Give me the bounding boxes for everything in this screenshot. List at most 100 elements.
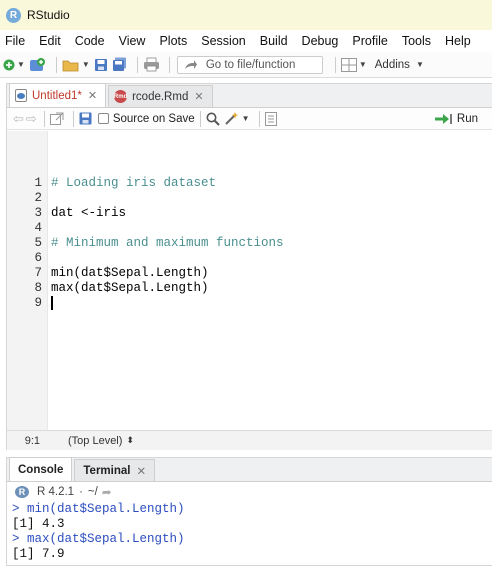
menu-view[interactable]: View (114, 34, 146, 48)
close-icon[interactable]: ✕ (136, 464, 146, 478)
open-folder-icon[interactable]: ▼ (62, 56, 90, 74)
code-line[interactable]: min(dat$Sepal.Length) (51, 266, 492, 281)
chevron-down-icon[interactable]: ▼ (359, 60, 367, 69)
scope-label: (Top Level) (68, 434, 123, 447)
line-number: 5 (34, 236, 42, 250)
menu-plots[interactable]: Plots (154, 34, 187, 48)
console-command: > min(dat$Sepal.Length) (12, 502, 185, 516)
toolbar-divider (72, 110, 74, 127)
r-logo-icon: R (15, 486, 29, 498)
pane-layout-icon[interactable]: ▼ (340, 56, 367, 74)
code-editor[interactable]: 1 2 3 4 5 6 7 8 9 # Loading iris dataset… (7, 131, 492, 430)
source-editor-pane: Untitled1* ✕ Rmd rcode.Rmd ✕ ⇦ ⇨ Source … (6, 83, 492, 450)
run-label: Run (456, 112, 478, 125)
tab-label: Console (18, 463, 64, 476)
run-button[interactable]: Run (434, 112, 478, 125)
main-toolbar: ▼ ▼ Go to file/function ▼ Addins ▼ (0, 52, 492, 78)
new-project-icon[interactable] (29, 56, 47, 74)
toolbar-divider (55, 56, 57, 73)
save-icon[interactable] (94, 56, 108, 74)
line-number-gutter: 1 2 3 4 5 6 7 8 9 (7, 131, 48, 430)
line-number: 6 (34, 251, 42, 265)
line-number: 9 (34, 296, 42, 310)
addins-menu[interactable]: Addins ▼ (375, 59, 424, 71)
console-tab-bar: Console Terminal ✕ (7, 457, 492, 482)
code-line[interactable]: # Minimum and maximum functions (51, 236, 492, 251)
toolbar-divider (168, 56, 170, 73)
print-icon[interactable] (143, 56, 160, 74)
code-lines[interactable]: # Loading iris dataset dat <-iris # Mini… (48, 131, 492, 430)
tab-console[interactable]: Console (9, 457, 73, 481)
tab-rcode-rmd[interactable]: Rmd rcode.Rmd ✕ (108, 85, 213, 107)
r-version: R 4.2.1 (37, 486, 75, 498)
code-line-current[interactable] (51, 296, 492, 311)
toolbar-divider (334, 56, 336, 73)
line-number: 4 (34, 221, 42, 235)
editor-status-bar: 9:1 (Top Level) ⬍ (7, 430, 492, 450)
toolbar-divider (136, 56, 138, 73)
save-all-icon[interactable] (112, 56, 128, 74)
menu-code[interactable]: Code (70, 34, 105, 48)
tab-untitled1[interactable]: Untitled1* ✕ (9, 83, 107, 107)
code-line[interactable]: dat <-iris (51, 206, 492, 221)
tab-label: Untitled1* (32, 89, 82, 102)
code-line[interactable] (51, 221, 492, 236)
console-result: [1] 4.3 (12, 517, 65, 531)
code-line[interactable]: # Loading iris dataset (51, 176, 492, 191)
editor-tab-bar: Untitled1* ✕ Rmd rcode.Rmd ✕ (7, 83, 492, 108)
menu-tools[interactable]: Tools (397, 34, 431, 48)
menu-edit[interactable]: Edit (34, 34, 61, 48)
source-on-save-toggle[interactable]: Source on Save (97, 113, 195, 125)
go-to-directory-icon[interactable]: ➦ (102, 485, 112, 499)
editor-toolbar: ⇦ ⇨ Source on Save ▼ Run (7, 108, 492, 130)
code-line[interactable] (51, 191, 492, 206)
menu-bar: File Edit Code View Plots Session Build … (0, 30, 492, 52)
code-line[interactable] (51, 251, 492, 266)
addins-label: Addins (374, 58, 410, 71)
working-directory[interactable]: ~/ (88, 486, 98, 498)
r-script-icon (15, 89, 27, 102)
code-tools-wand-icon[interactable]: ▼ (224, 110, 250, 128)
document-outline-icon[interactable] (264, 110, 277, 128)
forward-arrow-icon[interactable]: ⇨ (26, 111, 37, 127)
line-number: 2 (34, 191, 42, 205)
scope-selector[interactable]: (Top Level) ⬍ (68, 435, 134, 447)
window-title: RStudio (27, 8, 70, 22)
go-to-file-input[interactable]: Go to file/function (176, 55, 323, 74)
menu-debug[interactable]: Debug (297, 34, 339, 48)
console-command: > max(dat$Sepal.Length) (12, 532, 185, 546)
close-icon[interactable]: ✕ (88, 89, 97, 102)
toolbar-divider (199, 110, 201, 127)
arrow-right-icon (184, 59, 197, 69)
rmarkdown-icon: Rmd (114, 90, 127, 103)
run-arrow-icon (434, 113, 452, 124)
close-icon[interactable]: ✕ (194, 90, 203, 103)
new-file-icon[interactable]: ▼ (3, 56, 25, 74)
chevron-down-icon[interactable]: ▼ (242, 114, 250, 123)
chevron-down-icon[interactable]: ▼ (82, 60, 90, 69)
menu-session[interactable]: Session (196, 34, 245, 48)
search-icon[interactable] (206, 110, 220, 128)
save-icon[interactable] (79, 110, 92, 128)
console-output[interactable]: > min(dat$Sepal.Length) [1] 4.3 > max(da… (7, 502, 492, 562)
tab-terminal[interactable]: Terminal ✕ (74, 459, 156, 481)
chevron-down-icon: ▼ (415, 60, 424, 69)
menu-file[interactable]: File (0, 34, 25, 48)
tab-label: Terminal (83, 464, 131, 477)
menu-help[interactable]: Help (440, 34, 471, 48)
chevron-down-icon[interactable]: ▼ (17, 60, 25, 69)
line-number: 7 (34, 266, 42, 280)
title-bar: R RStudio (0, 0, 492, 30)
source-on-save-checkbox[interactable] (97, 113, 109, 124)
menu-build[interactable]: Build (255, 34, 288, 48)
text-cursor (51, 296, 53, 310)
tab-label: rcode.Rmd (132, 90, 189, 103)
go-to-file-placeholder: Go to file/function (205, 58, 296, 71)
line-number: 1 (34, 176, 42, 190)
show-in-window-icon[interactable] (49, 110, 64, 128)
menu-profile[interactable]: Profile (347, 34, 387, 48)
console-pane: Console Terminal ✕ R R 4.2.1 · ~/ ➦ > mi… (6, 457, 492, 566)
back-arrow-icon[interactable]: ⇦ (13, 111, 24, 127)
code-line[interactable]: max(dat$Sepal.Length) (51, 281, 492, 296)
chevron-updown-icon: ⬍ (126, 435, 134, 445)
